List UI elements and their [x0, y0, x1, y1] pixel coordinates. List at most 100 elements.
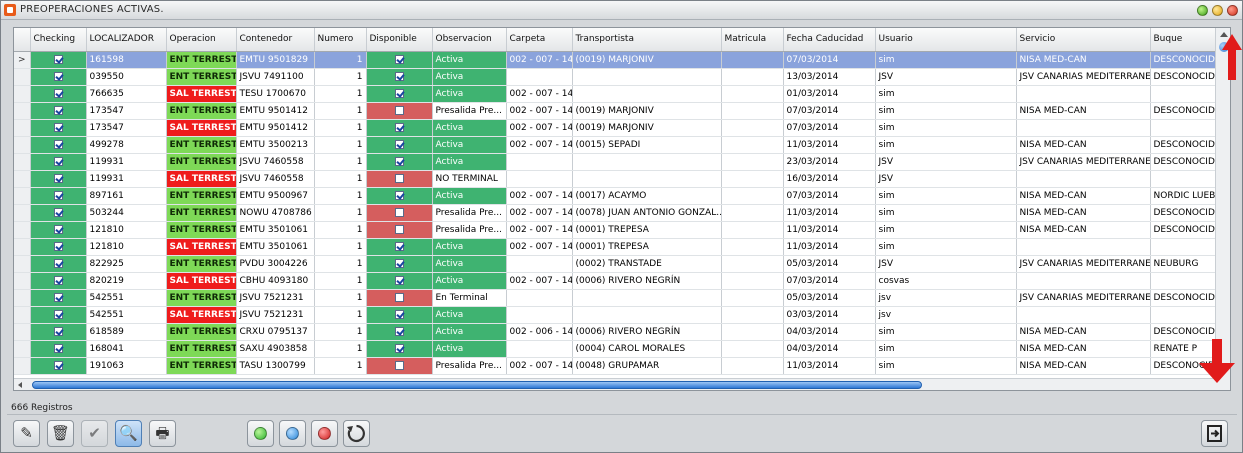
checking-cell[interactable] — [30, 340, 87, 358]
serv-cell[interactable]: NISA MED-CAN — [1016, 204, 1151, 222]
table-row[interactable]: 168041ENT TERRESTRESAXU 49038581 Activa (0… — [14, 340, 1215, 358]
mat-cell[interactable] — [721, 204, 784, 222]
disponible-cell[interactable] — [366, 272, 433, 290]
trans-cell[interactable]: (0015) SEPADI — [572, 136, 722, 154]
cont-cell[interactable]: EMTU 3501061 — [236, 221, 315, 239]
obs-cell[interactable]: Presalida Pre... — [432, 357, 507, 375]
trans-cell[interactable]: (0006) RIVERO NEGRÍN — [572, 272, 722, 290]
disponible-cell[interactable] — [366, 119, 433, 137]
disponible-checkbox[interactable] — [394, 258, 404, 268]
checking-cell[interactable] — [30, 51, 87, 69]
loc-cell[interactable]: 503244 — [86, 204, 167, 222]
checking-checkbox[interactable] — [53, 71, 63, 81]
row-indicator[interactable] — [14, 204, 31, 222]
column-header[interactable]: Carpeta — [506, 28, 573, 52]
num-cell[interactable]: 1 — [314, 136, 367, 154]
disponible-checkbox[interactable] — [394, 54, 404, 64]
disponible-checkbox[interactable] — [394, 326, 404, 336]
table-row[interactable]: 119931SAL TERRESTREJSVU 74605581 NO TERMI… — [14, 170, 1215, 188]
disponible-checkbox[interactable] — [394, 241, 404, 251]
trans-cell[interactable]: (0002) TRANSTADE — [572, 255, 722, 273]
disponible-checkbox[interactable] — [394, 105, 404, 115]
loc-cell[interactable]: 173547 — [86, 119, 167, 137]
disponible-cell[interactable] — [366, 153, 433, 171]
carp-cell[interactable]: 002 - 007 - 14 — [506, 357, 573, 375]
disponible-cell[interactable] — [366, 187, 433, 205]
operacion-cell[interactable]: SAL TERRESTRE — [166, 85, 237, 103]
loc-cell[interactable]: 121810 — [86, 221, 167, 239]
carp-cell[interactable] — [506, 255, 573, 273]
fecha-cell[interactable]: 11/03/2014 — [783, 136, 876, 154]
num-cell[interactable]: 1 — [314, 289, 367, 307]
obs-cell[interactable]: Activa — [432, 323, 507, 341]
operacion-cell[interactable]: ENT TERRESTRE — [166, 255, 237, 273]
checking-checkbox[interactable] — [53, 326, 63, 336]
checking-checkbox[interactable] — [53, 309, 63, 319]
cont-cell[interactable]: EMTU 9501412 — [236, 119, 315, 137]
checking-checkbox[interactable] — [53, 122, 63, 132]
table-row[interactable]: 618589ENT TERRESTRECRXU 07951371 Activa00… — [14, 323, 1215, 341]
operacion-cell[interactable]: ENT TERRESTRE — [166, 153, 237, 171]
row-indicator[interactable] — [14, 323, 31, 341]
operacion-cell[interactable]: SAL TERRESTRE — [166, 119, 237, 137]
row-indicator[interactable] — [14, 306, 31, 324]
trans-cell[interactable]: (0078) JUAN ANTONIO GONZAL... — [572, 204, 722, 222]
disponible-checkbox[interactable] — [394, 224, 404, 234]
column-header[interactable]: Usuario — [875, 28, 1017, 52]
mat-cell[interactable] — [721, 102, 784, 120]
loc-cell[interactable]: 039550 — [86, 68, 167, 86]
num-cell[interactable]: 1 — [314, 170, 367, 188]
row-indicator[interactable] — [14, 272, 31, 290]
checking-checkbox[interactable] — [53, 224, 63, 234]
disponible-checkbox[interactable] — [394, 343, 404, 353]
fecha-cell[interactable]: 11/03/2014 — [783, 204, 876, 222]
row-indicator[interactable]: > — [14, 51, 31, 69]
row-indicator[interactable] — [14, 340, 31, 358]
row-indicator[interactable] — [14, 68, 31, 86]
cont-cell[interactable]: EMTU 3500213 — [236, 136, 315, 154]
column-header[interactable]: Numero — [314, 28, 367, 52]
carp-cell[interactable] — [506, 68, 573, 86]
delete-button[interactable]: 🗑 — [47, 420, 74, 447]
operacion-cell[interactable]: ENT TERRESTRE — [166, 204, 237, 222]
checking-checkbox[interactable] — [53, 156, 63, 166]
minimize-button[interactable] — [1212, 5, 1223, 16]
row-indicator[interactable] — [14, 153, 31, 171]
vertical-scrollbar[interactable] — [1215, 28, 1230, 378]
table-row[interactable]: 121810ENT TERRESTREEMTU 35010611 Presalid… — [14, 221, 1215, 239]
buque-cell[interactable] — [1150, 119, 1215, 137]
checking-cell[interactable] — [30, 187, 87, 205]
disponible-cell[interactable] — [366, 51, 433, 69]
trans-cell[interactable]: (0001) TREPESA — [572, 238, 722, 256]
table-row[interactable]: 499278ENT TERRESTREEMTU 35002131 Activa00… — [14, 136, 1215, 154]
fecha-cell[interactable]: 04/03/2014 — [783, 323, 876, 341]
disponible-checkbox[interactable] — [394, 309, 404, 319]
disponible-cell[interactable] — [366, 289, 433, 307]
cont-cell[interactable]: JSVU 7521231 — [236, 289, 315, 307]
cont-cell[interactable]: CRXU 0795137 — [236, 323, 315, 341]
obs-cell[interactable]: En Terminal — [432, 289, 507, 307]
mat-cell[interactable] — [721, 306, 784, 324]
operacion-cell[interactable]: SAL TERRESTRE — [166, 170, 237, 188]
refresh-button[interactable] — [343, 420, 370, 447]
usr-cell[interactable]: sim — [875, 187, 1017, 205]
usr-cell[interactable]: sim — [875, 204, 1017, 222]
usr-cell[interactable]: cosvas — [875, 272, 1017, 290]
trans-cell[interactable]: (0017) ACAYMO — [572, 187, 722, 205]
operacion-cell[interactable]: SAL TERRESTRE — [166, 306, 237, 324]
disponible-cell[interactable] — [366, 255, 433, 273]
loc-cell[interactable]: 822925 — [86, 255, 167, 273]
carp-cell[interactable] — [506, 289, 573, 307]
buque-cell[interactable] — [1150, 272, 1215, 290]
carp-cell[interactable]: 002 - 007 - 14 — [506, 221, 573, 239]
disponible-cell[interactable] — [366, 238, 433, 256]
column-header[interactable]: LOCALIZADOR — [86, 28, 167, 52]
mat-cell[interactable] — [721, 51, 784, 69]
checking-cell[interactable] — [30, 85, 87, 103]
table-row[interactable]: 897161ENT TERRESTREEMTU 95009671 Activa00… — [14, 187, 1215, 205]
checking-checkbox[interactable] — [53, 343, 63, 353]
serv-cell[interactable]: JSV CANARIAS MEDITERRANEO — [1016, 68, 1151, 86]
buque-cell[interactable]: DESCONOCIDO — [1150, 289, 1215, 307]
trans-cell[interactable] — [572, 153, 722, 171]
mat-cell[interactable] — [721, 85, 784, 103]
